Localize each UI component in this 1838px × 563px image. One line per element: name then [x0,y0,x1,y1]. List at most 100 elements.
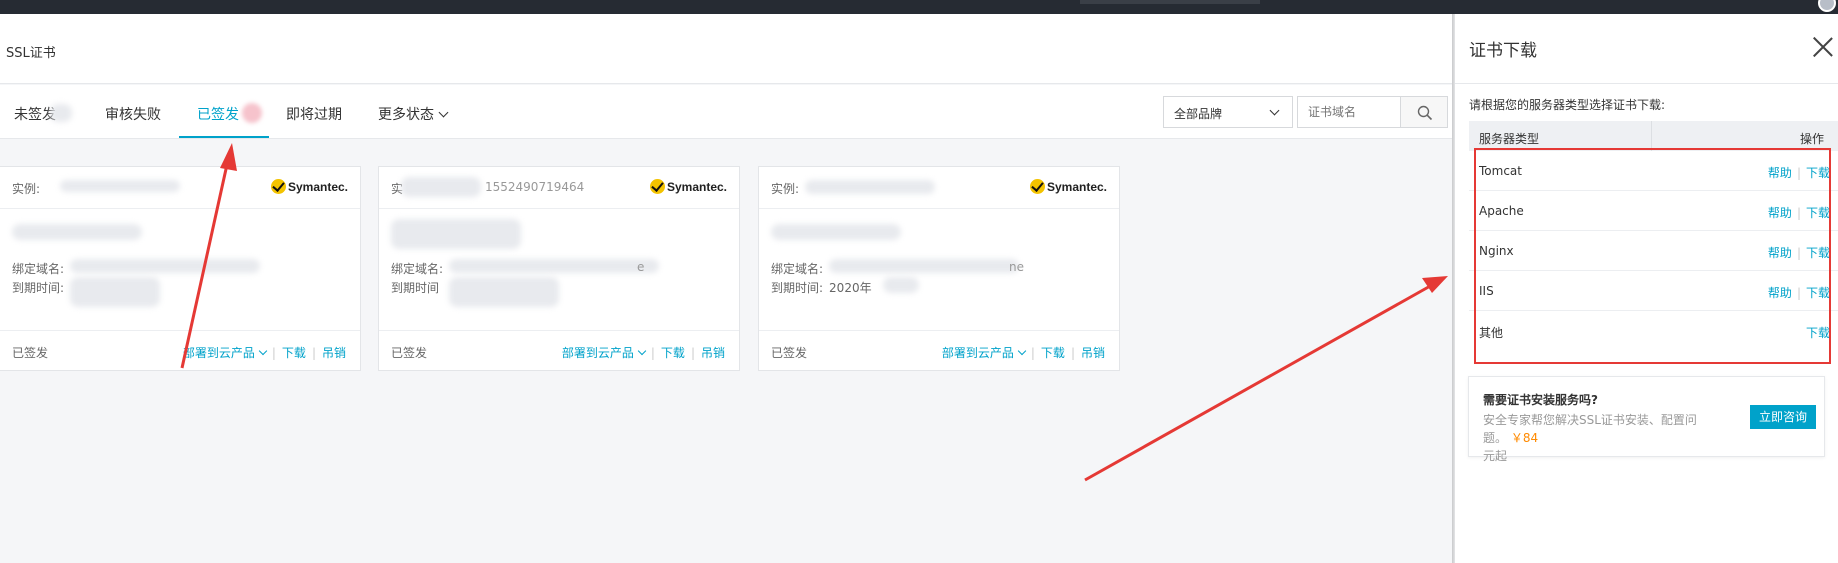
deploy-label: 部署到云产品 [941,346,1014,360]
revoke-link[interactable]: 吊销 [701,346,725,360]
domain-label: 绑定域名: [771,262,824,276]
card-actions: 部署到云产品 | 下载 | 吊销 [183,344,346,361]
expiry-label: 到期时间 [391,281,440,295]
brand-logo: Symantec. [270,179,348,194]
certificate-card: 实例: Symantec. 绑定域名: 到期时间: 已签发 部署到云产品 | 下载 |… [0,166,361,371]
tab-more-status-label: 更多状态 [378,107,434,123]
separator: | [311,346,316,360]
column-operations: 操作 [1799,132,1824,146]
promo-description: 安全专家帮您解决SSL证书安装、配置问题。 ￥84 元起 [1483,411,1718,465]
arrow-to-server-table [1084,276,1448,482]
search-button[interactable] [1400,96,1448,128]
status-text: 已签发 [12,346,49,360]
redaction-blur [883,277,919,293]
redaction-blur [771,224,901,240]
domain-label: 绑定域名: [12,262,65,276]
domain-suffix: e [637,260,645,274]
redaction-blur [60,180,180,192]
checkmark-icon [649,179,665,194]
tab-issued[interactable]: 已签发 [197,104,239,124]
active-tab-indicator [179,136,269,138]
promo-unit: 元起 [1483,449,1508,463]
deploy-label: 部署到云产品 [561,346,634,360]
redaction-blur [391,219,521,249]
page-header: SSL证书 [0,14,1452,84]
close-icon[interactable] [1812,36,1834,58]
brand-select[interactable]: 全部品牌 [1163,96,1293,128]
consult-now-button[interactable]: 立即咨询 [1750,405,1816,429]
card-header: 实例: Symantec. [0,167,360,209]
card-actions: 部署到云产品 | 下载 | 吊销 [942,344,1105,361]
redaction-blur [70,277,160,307]
checkmark-icon [270,179,286,194]
instance-label: 实例: [771,182,800,196]
certificate-card: 实 1552490719464 Symantec. 绑定域名: e 到期时间 已… [378,166,740,371]
instance-id: 1552490719464 [485,180,585,194]
expiry-label-text: 到期时间: [771,281,824,295]
tab-more-status[interactable]: 更多状态 [378,104,449,124]
chevron-down-icon [637,346,647,356]
tab-failed[interactable]: 审核失败 [105,104,161,124]
tab-expiring[interactable]: 即将过期 [286,104,342,124]
brand-logo: Symantec. [649,179,727,194]
deploy-dropdown[interactable]: 部署到云产品 [941,346,1027,360]
separator: | [1070,346,1075,360]
expiry-value: 2020年 [829,281,872,295]
redaction-blur [70,259,260,273]
brand-name: Symantec. [1046,180,1107,194]
brand-select-value: 全部品牌 [1174,107,1223,121]
download-link[interactable]: 下载 [1041,346,1065,360]
redaction-blur [449,259,659,273]
instance-label: 实例: [12,182,41,196]
deploy-dropdown[interactable]: 部署到云产品 [183,346,268,360]
domain-suffix: ne [1009,260,1024,274]
brand-name: Symantec. [666,180,727,194]
download-link[interactable]: 下载 [282,346,306,360]
separator: | [1030,346,1035,360]
redaction-blur [805,180,935,194]
deploy-dropdown[interactable]: 部署到云产品 [561,346,647,360]
card-actions: 部署到云产品 | 下载 | 吊销 [562,344,725,361]
expiry-label: 到期时间: [12,281,65,295]
brand-name: Symantec. [287,180,348,194]
card-footer: 已签发 部署到云产品 | 下载 | 吊销 [379,330,739,370]
top-navbar [0,0,1838,14]
redaction-blur [50,104,72,122]
table-header: 服务器类型 操作 [1469,121,1838,151]
expiry-label: 到期时间: 2020年 [771,279,872,296]
status-text: 已签发 [771,346,808,360]
drawer-header: 证书下载 [1455,14,1838,84]
domain-label: 绑定域名: [391,262,444,276]
column-server-type: 服务器类型 [1479,132,1540,146]
card-footer: 已签发 部署到云产品 | 下载 | 吊销 [0,330,360,370]
annotation-highlight-box [1474,148,1831,364]
drawer-title: 证书下载 [1469,41,1537,61]
chevron-down-icon [258,346,268,356]
chevron-down-icon [1269,105,1280,116]
global-search-bar[interactable] [1080,0,1260,4]
download-link[interactable]: 下载 [661,346,685,360]
user-avatar[interactable] [1818,0,1836,12]
chevron-down-icon [1017,346,1027,356]
separator: | [690,346,695,360]
chevron-down-icon [438,107,449,118]
checkmark-icon [1029,179,1045,194]
status-text: 已签发 [391,346,428,360]
count-badge [242,103,262,123]
brand-logo: Symantec. [1029,179,1107,194]
redaction-blur [449,277,559,307]
redaction-blur [401,177,481,197]
promo-price: ￥84 [1510,431,1539,445]
drawer-hint: 请根据您的服务器类型选择证书下载: [1469,98,1666,112]
domain-search-input[interactable] [1297,96,1400,128]
search-icon [1417,105,1433,121]
certificate-card: 实例: Symantec. 绑定域名: ne 到期时间: 2020年 已签发 部署… [758,166,1120,371]
separator: | [650,346,655,360]
revoke-link[interactable]: 吊销 [1081,346,1105,360]
redaction-blur [12,224,142,240]
page-title: SSL证书 [6,46,56,61]
revoke-link[interactable]: 吊销 [322,346,346,360]
card-footer: 已签发 部署到云产品 | 下载 | 吊销 [759,330,1119,370]
install-service-promo: 需要证书安装服务吗? 安全专家帮您解决SSL证书安装、配置问题。 ￥84 元起 立… [1468,376,1825,463]
column-divider [1651,121,1652,151]
